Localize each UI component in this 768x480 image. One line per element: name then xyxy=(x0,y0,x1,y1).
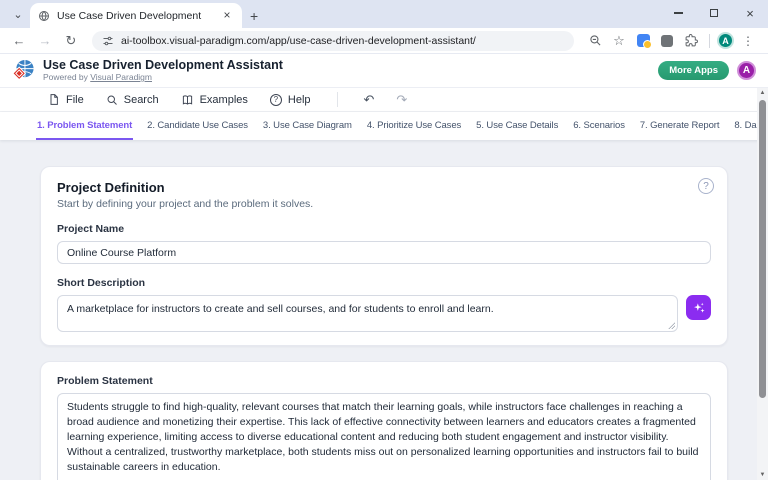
new-tab-button[interactable]: + xyxy=(250,8,258,24)
browser-tab[interactable]: Use Case Driven Development × xyxy=(30,3,242,28)
page-scrollbar[interactable]: ▲ ▼ xyxy=(757,88,768,480)
tab-search-chevron-icon[interactable]: ⌄ xyxy=(6,2,30,26)
tab-scenarios[interactable]: 6. Scenarios xyxy=(572,112,626,140)
browser-tabstrip: ⌄ Use Case Driven Development × + × xyxy=(0,0,768,28)
tab-candidate-use-cases[interactable]: 2. Candidate Use Cases xyxy=(146,112,249,140)
problem-statement-wrap: Students struggle to find high-quality, … xyxy=(57,393,711,480)
reload-button[interactable]: ↻ xyxy=(60,30,82,52)
undo-button[interactable]: ↶ xyxy=(364,92,375,108)
maximize-button[interactable] xyxy=(696,0,732,26)
url-text: ai-toolbox.visual-paradigm.com/app/use-c… xyxy=(121,35,476,47)
back-button[interactable]: ← xyxy=(8,30,30,52)
bookmark-star-icon[interactable]: ☆ xyxy=(608,30,630,52)
short-description-textarea[interactable]: A marketplace for instructors to create … xyxy=(57,295,678,332)
tab-prioritize-use-cases[interactable]: 4. Prioritize Use Cases xyxy=(366,112,462,140)
close-window-button[interactable]: × xyxy=(732,0,768,26)
zoom-icon[interactable] xyxy=(584,30,606,52)
scrollbar-thumb[interactable] xyxy=(759,100,766,398)
extension-colored-icon[interactable] xyxy=(632,30,654,52)
file-icon xyxy=(48,93,60,106)
tab-close-icon[interactable]: × xyxy=(220,9,234,23)
toolbar-actions: ☆ A ⋮ xyxy=(584,30,760,52)
project-name-label: Project Name xyxy=(57,223,711,235)
menu-item-file[interactable]: File xyxy=(48,93,84,106)
book-icon xyxy=(181,94,194,106)
ai-generate-button[interactable] xyxy=(686,295,711,320)
tab-title: Use Case Driven Development xyxy=(57,10,213,22)
app-title: Use Case Driven Development Assistant xyxy=(43,59,283,72)
project-name-input[interactable] xyxy=(57,241,711,264)
step-tabs: 1. Problem Statement 2. Candidate Use Ca… xyxy=(0,112,768,140)
problem-statement-textarea[interactable]: Students struggle to find high-quality, … xyxy=(57,393,711,480)
browser-profile-avatar[interactable]: A xyxy=(717,32,734,49)
help-icon: ? xyxy=(270,94,282,106)
extension-gray-icon[interactable] xyxy=(656,30,678,52)
tab-use-case-details[interactable]: 5. Use Case Details xyxy=(475,112,559,140)
menu-bar: File Search Examples ? Help ↶ ↷ xyxy=(0,88,768,112)
toolbar-divider xyxy=(709,34,710,48)
extensions-puzzle-icon[interactable] xyxy=(680,30,702,52)
search-icon xyxy=(106,94,118,106)
visual-paradigm-link[interactable]: Visual Paradigm xyxy=(90,72,152,82)
card-help-icon[interactable]: ? xyxy=(698,178,714,194)
short-description-label: Short Description xyxy=(57,277,711,289)
site-settings-icon[interactable] xyxy=(102,35,114,47)
address-bar[interactable]: ai-toolbox.visual-paradigm.com/app/use-c… xyxy=(92,31,574,51)
problem-statement-label: Problem Statement xyxy=(57,375,711,387)
redo-button[interactable]: ↷ xyxy=(396,92,407,108)
more-apps-button[interactable]: More Apps xyxy=(658,61,729,80)
menu-item-help[interactable]: ? Help xyxy=(270,94,311,106)
main-content: Project Definition Start by defining you… xyxy=(0,140,768,480)
user-avatar[interactable]: A xyxy=(737,61,756,80)
card-subtitle: Start by defining your project and the p… xyxy=(57,198,711,210)
tab-problem-statement[interactable]: 1. Problem Statement xyxy=(36,112,133,140)
browser-menu-icon[interactable]: ⋮ xyxy=(736,34,760,48)
app-title-block: Use Case Driven Development Assistant Po… xyxy=(43,59,283,82)
forward-button[interactable]: → xyxy=(34,30,56,52)
project-definition-card: Project Definition Start by defining you… xyxy=(40,166,728,346)
sparkles-icon xyxy=(692,301,706,315)
browser-toolbar: ← → ↻ ai-toolbox.visual-paradigm.com/app… xyxy=(0,28,768,54)
tab-use-case-diagram[interactable]: 3. Use Case Diagram xyxy=(262,112,353,140)
minimize-button[interactable] xyxy=(660,0,696,26)
app-logo-icon xyxy=(12,59,35,82)
card-title: Project Definition xyxy=(57,180,711,195)
problem-statement-card: Problem Statement Students struggle to f… xyxy=(40,361,728,480)
tab-generate-report[interactable]: 7. Generate Report xyxy=(639,112,721,140)
globe-favicon-icon xyxy=(38,10,50,22)
scroll-down-icon[interactable]: ▼ xyxy=(760,470,766,480)
powered-by: Powered by Visual Paradigm xyxy=(43,72,283,82)
short-description-wrap: A marketplace for instructors to create … xyxy=(57,295,678,332)
window-controls: × xyxy=(660,0,768,26)
app-header: Use Case Driven Development Assistant Po… xyxy=(0,54,768,88)
scroll-up-icon[interactable]: ▲ xyxy=(760,88,766,98)
menu-item-examples[interactable]: Examples xyxy=(181,94,248,106)
menu-item-search[interactable]: Search xyxy=(106,94,159,106)
menu-divider xyxy=(337,92,338,107)
